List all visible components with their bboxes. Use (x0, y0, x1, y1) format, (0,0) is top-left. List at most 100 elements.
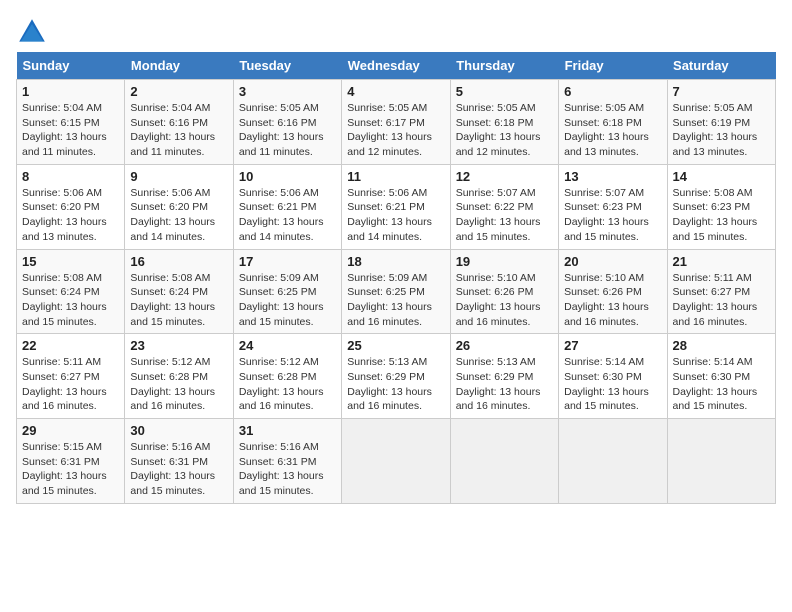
day-info: Sunrise: 5:04 AMSunset: 6:16 PMDaylight:… (130, 101, 227, 160)
calendar-week-row: 8 Sunrise: 5:06 AMSunset: 6:20 PMDaylight… (17, 164, 776, 249)
day-info: Sunrise: 5:05 AMSunset: 6:18 PMDaylight:… (564, 101, 661, 160)
day-info: Sunrise: 5:08 AMSunset: 6:23 PMDaylight:… (673, 186, 770, 245)
calendar-cell: 21Sunrise: 5:11 AMSunset: 6:27 PMDayligh… (667, 249, 775, 334)
calendar-cell: 6Sunrise: 5:05 AMSunset: 6:18 PMDaylight… (559, 80, 667, 165)
calendar-cell: 14Sunrise: 5:08 AMSunset: 6:23 PMDayligh… (667, 164, 775, 249)
calendar-cell: 4 Sunrise: 5:05 AMSunset: 6:17 PMDaylight… (342, 80, 450, 165)
day-number: 17 (239, 254, 336, 269)
calendar-cell: 28 Sunrise: 5:14 AMSunset: 6:30 PMDayligh… (667, 334, 775, 419)
calendar-cell: 5 Sunrise: 5:05 AMSunset: 6:18 PMDaylight… (450, 80, 558, 165)
day-info: Sunrise: 5:11 AMSunset: 6:27 PMDaylight:… (22, 355, 119, 414)
day-number: 19 (456, 254, 553, 269)
calendar-cell: 10 Sunrise: 5:06 AMSunset: 6:21 PMDayligh… (233, 164, 341, 249)
day-number: 20 (564, 254, 661, 269)
day-info: Sunrise: 5:12 AMSunset: 6:28 PMDaylight:… (130, 355, 227, 414)
day-info: Sunrise: 5:14 AMSunset: 6:30 PMDaylight:… (564, 355, 661, 414)
day-number: 27 (564, 338, 661, 353)
day-info: Sunrise: 5:06 AMSunset: 6:20 PMDaylight:… (22, 186, 119, 245)
calendar-cell: 2 Sunrise: 5:04 AMSunset: 6:16 PMDaylight… (125, 80, 233, 165)
day-number: 29 (22, 423, 119, 438)
calendar-cell: 17 Sunrise: 5:09 AMSunset: 6:25 PMDayligh… (233, 249, 341, 334)
calendar-cell: 3 Sunrise: 5:05 AMSunset: 6:16 PMDaylight… (233, 80, 341, 165)
day-number: 11 (347, 169, 444, 184)
day-info: Sunrise: 5:15 AMSunset: 6:31 PMDaylight:… (22, 440, 119, 499)
day-number: 10 (239, 169, 336, 184)
day-number: 25 (347, 338, 444, 353)
weekday-header-tuesday: Tuesday (233, 52, 341, 80)
calendar-cell: 25 Sunrise: 5:13 AMSunset: 6:29 PMDayligh… (342, 334, 450, 419)
calendar-cell (559, 419, 667, 504)
day-info: Sunrise: 5:05 AMSunset: 6:18 PMDaylight:… (456, 101, 553, 160)
calendar-cell: 12Sunrise: 5:07 AMSunset: 6:22 PMDayligh… (450, 164, 558, 249)
calendar-cell (667, 419, 775, 504)
calendar-cell: 11Sunrise: 5:06 AMSunset: 6:21 PMDayligh… (342, 164, 450, 249)
day-number: 15 (22, 254, 119, 269)
weekday-header-wednesday: Wednesday (342, 52, 450, 80)
day-info: Sunrise: 5:07 AMSunset: 6:22 PMDaylight:… (456, 186, 553, 245)
calendar-cell: 18 Sunrise: 5:09 AMSunset: 6:25 PMDayligh… (342, 249, 450, 334)
day-info: Sunrise: 5:14 AMSunset: 6:30 PMDaylight:… (673, 355, 770, 414)
calendar-cell: 1 Sunrise: 5:04 AMSunset: 6:15 PMDaylight… (17, 80, 125, 165)
day-info: Sunrise: 5:06 AMSunset: 6:21 PMDaylight:… (239, 186, 336, 245)
day-info: Sunrise: 5:13 AMSunset: 6:29 PMDaylight:… (456, 355, 553, 414)
day-info: Sunrise: 5:10 AMSunset: 6:26 PMDaylight:… (456, 271, 553, 330)
day-number: 24 (239, 338, 336, 353)
day-info: Sunrise: 5:16 AMSunset: 6:31 PMDaylight:… (130, 440, 227, 499)
day-info: Sunrise: 5:09 AMSunset: 6:25 PMDaylight:… (347, 271, 444, 330)
logo-icon (16, 16, 48, 48)
day-info: Sunrise: 5:05 AMSunset: 6:19 PMDaylight:… (673, 101, 770, 160)
weekday-header-friday: Friday (559, 52, 667, 80)
day-info: Sunrise: 5:13 AMSunset: 6:29 PMDaylight:… (347, 355, 444, 414)
calendar-cell: 9 Sunrise: 5:06 AMSunset: 6:20 PMDaylight… (125, 164, 233, 249)
day-number: 23 (130, 338, 227, 353)
day-number: 28 (673, 338, 770, 353)
day-number: 30 (130, 423, 227, 438)
day-number: 4 (347, 84, 444, 99)
day-number: 5 (456, 84, 553, 99)
calendar-week-row: 1 Sunrise: 5:04 AMSunset: 6:15 PMDaylight… (17, 80, 776, 165)
calendar-cell: 22Sunrise: 5:11 AMSunset: 6:27 PMDayligh… (17, 334, 125, 419)
day-info: Sunrise: 5:04 AMSunset: 6:15 PMDaylight:… (22, 101, 119, 160)
page-header (16, 16, 776, 48)
calendar-header-row: SundayMondayTuesdayWednesdayThursdayFrid… (17, 52, 776, 80)
day-number: 31 (239, 423, 336, 438)
calendar-week-row: 15 Sunrise: 5:08 AMSunset: 6:24 PMDayligh… (17, 249, 776, 334)
weekday-header-saturday: Saturday (667, 52, 775, 80)
calendar-cell (342, 419, 450, 504)
day-info: Sunrise: 5:06 AMSunset: 6:20 PMDaylight:… (130, 186, 227, 245)
calendar-cell: 16 Sunrise: 5:08 AMSunset: 6:24 PMDayligh… (125, 249, 233, 334)
day-number: 9 (130, 169, 227, 184)
day-info: Sunrise: 5:16 AMSunset: 6:31 PMDaylight:… (239, 440, 336, 499)
calendar-cell: 24 Sunrise: 5:12 AMSunset: 6:28 PMDayligh… (233, 334, 341, 419)
calendar-week-row: 29 Sunrise: 5:15 AMSunset: 6:31 PMDayligh… (17, 419, 776, 504)
day-info: Sunrise: 5:09 AMSunset: 6:25 PMDaylight:… (239, 271, 336, 330)
calendar-cell: 26 Sunrise: 5:13 AMSunset: 6:29 PMDayligh… (450, 334, 558, 419)
calendar-cell: 27 Sunrise: 5:14 AMSunset: 6:30 PMDayligh… (559, 334, 667, 419)
day-number: 18 (347, 254, 444, 269)
day-number: 1 (22, 84, 119, 99)
calendar-cell: 8 Sunrise: 5:06 AMSunset: 6:20 PMDaylight… (17, 164, 125, 249)
weekday-header-thursday: Thursday (450, 52, 558, 80)
day-number: 8 (22, 169, 119, 184)
day-info: Sunrise: 5:08 AMSunset: 6:24 PMDaylight:… (130, 271, 227, 330)
day-info: Sunrise: 5:07 AMSunset: 6:23 PMDaylight:… (564, 186, 661, 245)
calendar-cell: 23 Sunrise: 5:12 AMSunset: 6:28 PMDayligh… (125, 334, 233, 419)
calendar-cell: 30 Sunrise: 5:16 AMSunset: 6:31 PMDayligh… (125, 419, 233, 504)
calendar-week-row: 22Sunrise: 5:11 AMSunset: 6:27 PMDayligh… (17, 334, 776, 419)
day-number: 2 (130, 84, 227, 99)
calendar-cell (450, 419, 558, 504)
calendar-cell: 31 Sunrise: 5:16 AMSunset: 6:31 PMDayligh… (233, 419, 341, 504)
day-number: 26 (456, 338, 553, 353)
day-info: Sunrise: 5:05 AMSunset: 6:16 PMDaylight:… (239, 101, 336, 160)
calendar-cell: 19 Sunrise: 5:10 AMSunset: 6:26 PMDayligh… (450, 249, 558, 334)
calendar-table: SundayMondayTuesdayWednesdayThursdayFrid… (16, 52, 776, 504)
day-info: Sunrise: 5:05 AMSunset: 6:17 PMDaylight:… (347, 101, 444, 160)
day-number: 3 (239, 84, 336, 99)
day-number: 13 (564, 169, 661, 184)
day-info: Sunrise: 5:12 AMSunset: 6:28 PMDaylight:… (239, 355, 336, 414)
day-number: 16 (130, 254, 227, 269)
logo (16, 16, 52, 48)
calendar-cell: 29 Sunrise: 5:15 AMSunset: 6:31 PMDayligh… (17, 419, 125, 504)
day-info: Sunrise: 5:11 AMSunset: 6:27 PMDaylight:… (673, 271, 770, 330)
day-number: 7 (673, 84, 770, 99)
